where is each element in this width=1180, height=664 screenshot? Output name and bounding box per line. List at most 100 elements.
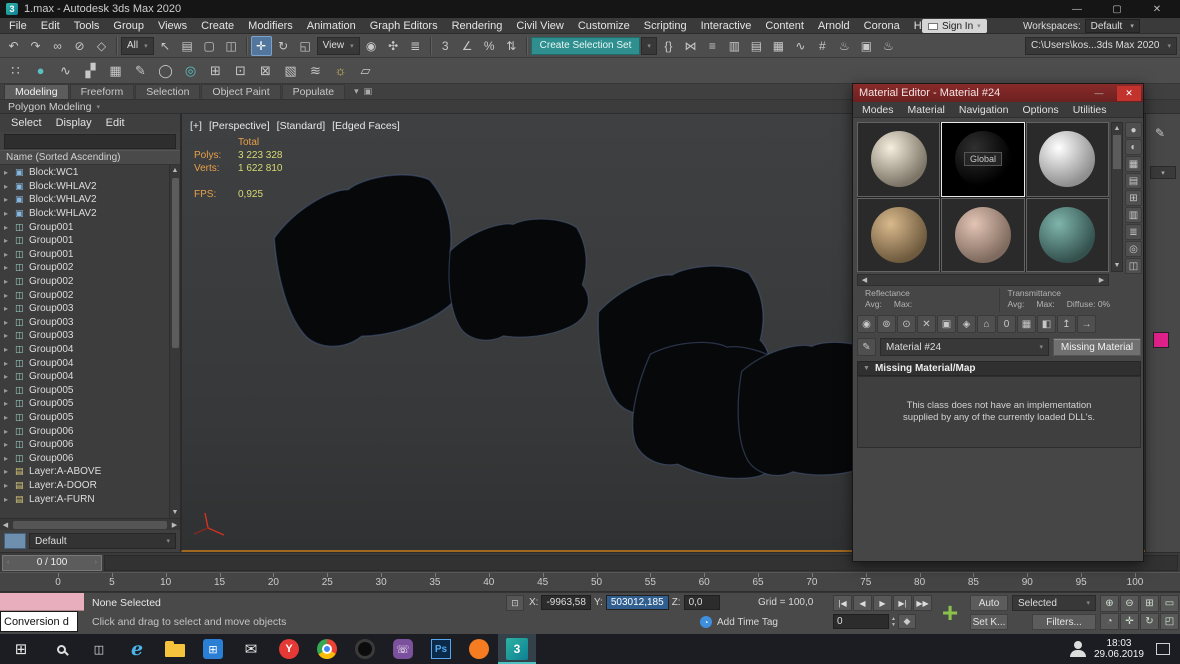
minimize-button[interactable]: — [1087,86,1111,101]
sign-in-button[interactable]: Sign In ▾ [922,19,987,33]
dot-grid-icon[interactable]: ∷ [4,60,27,82]
search-button[interactable] [42,634,80,664]
explorer-item[interactable]: ▸◫Group003 [0,302,169,316]
schematic-view-icon[interactable]: # [812,36,833,56]
select-by-material-icon[interactable]: ◎ [1125,241,1142,257]
next-frame-icon[interactable]: › [95,559,97,566]
sphere-icon[interactable]: ● [29,60,52,82]
make-unique-icon[interactable]: ◈ [957,315,976,333]
add-box-icon[interactable]: ⊞ [204,60,227,82]
go-to-start-button[interactable]: |◀ [833,595,852,611]
material-type-button[interactable]: Missing Material [1053,338,1141,356]
timeline-frame-label[interactable]: 55 [645,577,656,588]
timeline-frame-label[interactable]: 0 [55,577,61,588]
curve-editor-icon[interactable]: ∿ [790,36,811,56]
select-and-scale-icon[interactable]: ◱ [295,36,316,56]
previous-frame-icon[interactable]: ‹ [7,559,9,566]
field-of-view-icon[interactable]: ◔ [1100,613,1119,630]
window-crossing-icon[interactable]: ◫ [221,36,242,56]
explorer-item[interactable]: ▸◫Group001 [0,234,169,248]
timeline-ruler[interactable]: 0510152025303540455055606570758085909510… [0,572,1180,592]
menu-item[interactable]: Scripting [637,18,694,34]
background-icon[interactable]: ▦ [1125,156,1142,172]
expander-icon[interactable]: ▸ [4,467,11,476]
show-end-result-icon[interactable]: ◧ [1037,315,1056,333]
timeline-frame-label[interactable]: 25 [322,577,333,588]
timeline-frame-label[interactable]: 20 [268,577,279,588]
go-to-parent-icon[interactable]: ↥ [1057,315,1076,333]
explorer-item[interactable]: ▸◫Group001 [0,220,169,234]
notification-center-icon[interactable] [1156,643,1170,655]
menu-item[interactable]: Civil View [509,18,570,34]
expander-icon[interactable]: ▸ [4,454,11,463]
scene-explorer-search-input[interactable] [4,134,176,149]
expander-icon[interactable]: ▸ [4,182,11,191]
menu-item[interactable]: Views [151,18,194,34]
explorer-item[interactable]: ▸◫Group004 [0,370,169,384]
maxscript-mini-listener[interactable] [0,593,84,611]
previous-frame-button[interactable]: ◀ [853,595,872,611]
next-frame-button[interactable]: ▶| [893,595,912,611]
select-and-move-icon[interactable]: ✛ [251,36,272,56]
horizontal-scrollbar[interactable]: ◀ ▶ [857,274,1109,286]
material-editor-titlebar[interactable]: Material Editor - Material #24 — ✕ [853,84,1143,102]
time-slider-handle[interactable]: ‹ 0 / 100 › [2,555,102,571]
edit-named-sets-icon[interactable]: {} [658,36,679,56]
menu-item[interactable]: Corona [857,18,907,34]
zoom-all-icon[interactable]: ⊖ [1120,595,1139,612]
timeline-frame-label[interactable]: 80 [914,577,925,588]
material-slot-2[interactable]: Global [941,122,1024,197]
ribbon-panel-icon[interactable]: ▣ [364,86,373,97]
solid-box-icon[interactable]: ⊡ [229,60,252,82]
color-swatch[interactable] [1153,332,1169,348]
key-filters-button[interactable]: Filters... [1032,614,1096,630]
vertical-scrollbar[interactable]: ▲ ▼ [169,165,180,518]
material-name-dropdown[interactable]: Material #24 ▾ [880,338,1049,356]
taskbar-app-3ds-max[interactable]: 3 [498,634,536,664]
explorer-item[interactable]: ▸▤Layer:A-FURN [0,492,169,506]
render-setup-icon[interactable]: ♨ [834,36,855,56]
video-color-check-icon[interactable]: ⊞ [1125,190,1142,206]
explorer-item[interactable]: ▸◫Group005 [0,397,169,411]
material-slot-6[interactable] [1026,198,1109,273]
expander-icon[interactable]: ▸ [4,427,11,436]
timeline-frame-label[interactable]: 40 [483,577,494,588]
expander-icon[interactable]: ▸ [4,304,11,313]
menu-item[interactable]: File [2,18,34,34]
se-menu-item[interactable]: Edit [99,117,132,129]
explorer-item[interactable]: ▸▤Layer:A-DOOR [0,479,169,493]
vertical-scrollbar[interactable]: ▲ ▼ [1111,122,1123,272]
taskbar-app-opera[interactable] [346,634,384,664]
timeline-frame-label[interactable]: 85 [968,577,979,588]
close-button[interactable]: ✕ [1140,0,1174,18]
expander-icon[interactable]: ▸ [4,318,11,327]
orbit-icon[interactable]: ↻ [1140,613,1159,630]
timeline-frame-label[interactable]: 70 [806,577,817,588]
pick-material-icon[interactable]: ✎ [857,338,876,356]
parallelogram-icon[interactable]: ▱ [354,60,377,82]
rollout-header[interactable]: ▼ Missing Material/Map [857,361,1141,376]
reference-coordsys-dropdown[interactable]: View ▾ [317,37,360,55]
backlight-icon[interactable]: ◐ [1125,139,1142,155]
selection-set-dropdown[interactable]: ▾ [641,37,657,55]
user-icon[interactable] [1074,641,1082,649]
scrollbar-thumb[interactable] [13,521,167,529]
timeline-frame-label[interactable]: 95 [1076,577,1087,588]
play-button[interactable]: ▶ [873,595,892,611]
put-to-library-icon[interactable]: ⌂ [977,315,996,333]
expander-icon[interactable]: ▸ [4,263,11,272]
zoom-region-icon[interactable]: ▭ [1160,595,1179,612]
taskbar-app-file-explorer[interactable] [156,634,194,664]
ribbon-tab[interactable]: Object Paint [201,84,280,99]
y-coordinate-field[interactable]: 503012,185 [606,595,669,610]
scroll-up-icon[interactable]: ▲ [1112,123,1123,134]
explorer-item[interactable]: ▸◫Group006 [0,424,169,438]
angle-snap-icon[interactable]: ∠ [457,36,478,56]
zoom-extents-icon[interactable]: ⊞ [1140,595,1159,612]
material-id-channel-icon[interactable]: 0 [997,315,1016,333]
timeline-frame-label[interactable]: 30 [376,577,387,588]
select-and-link-icon[interactable]: ∞ [47,36,68,56]
timeline-frame-label[interactable]: 100 [1127,577,1144,588]
waveform-icon[interactable]: ∿ [54,60,77,82]
taskbar-app-photoshop[interactable]: Ps [422,634,460,664]
